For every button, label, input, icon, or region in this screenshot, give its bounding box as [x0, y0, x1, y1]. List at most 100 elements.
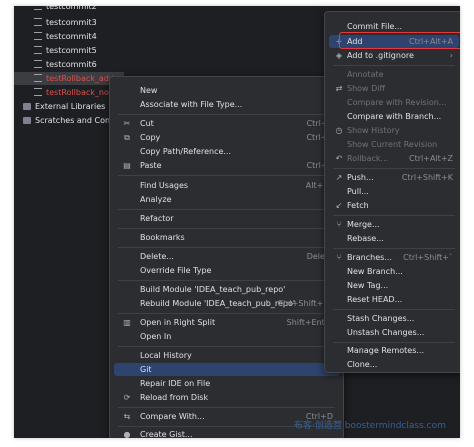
menu-label: Branches...	[347, 253, 392, 262]
git-item-rebase[interactable]: Rebase...	[329, 232, 459, 245]
menu-label: Show Current Revision	[347, 140, 438, 149]
menu-label: Push...	[347, 173, 374, 182]
git-item-pull[interactable]: Pull...	[329, 185, 459, 198]
menu-label: Override File Type	[140, 266, 212, 275]
git-item-unstash[interactable]: Unstash Changes...	[329, 326, 459, 339]
menu-item-rebuild-module[interactable]: Rebuild Module 'IDEA_teach_pub_repo' Ctrl…	[114, 297, 339, 310]
menu-item-cut[interactable]: ✂ Cut Ctrl+X	[114, 117, 339, 130]
menu-label: New Tag...	[347, 281, 389, 290]
tree-item-label: External Libraries	[35, 102, 106, 111]
tree-item-testcommit5[interactable]: testcommit5	[34, 44, 97, 57]
tree-item-external-libraries[interactable]: External Libraries	[23, 100, 105, 113]
menu-item-paste[interactable]: ▤ Paste Ctrl+V	[114, 159, 339, 172]
menu-label: New	[140, 86, 158, 95]
git-item-fetch[interactable]: ↙ Fetch	[329, 199, 459, 212]
git-item-rollback[interactable]: ↶ Rollback... Ctrl+Alt+Z	[329, 152, 459, 165]
tree-item-testcommit2[interactable]: testcommit2	[34, 6, 97, 13]
menu-label: Add to .gitignore	[347, 51, 414, 60]
menu-label: Reload from Disk	[140, 393, 209, 402]
branch-icon: ⑂	[336, 253, 342, 262]
menu-label: Copy Path/Reference...	[140, 147, 232, 156]
menu-label: Pull...	[347, 187, 369, 196]
git-item-reset-head[interactable]: Reset HEAD...	[329, 293, 459, 306]
menu-label: Rebase...	[347, 234, 384, 243]
menu-item-reload[interactable]: ⟳ Reload from Disk	[114, 391, 339, 404]
menu-separator	[333, 248, 455, 249]
github-icon: ●	[123, 430, 131, 438]
menu-item-associate[interactable]: Associate with File Type...	[114, 98, 339, 111]
file-icon	[34, 17, 42, 26]
menu-item-bookmarks[interactable]: Bookmarks›	[114, 231, 339, 244]
menu-label: Compare With...	[140, 412, 205, 421]
git-item-show-history[interactable]: ◷ Show History	[329, 124, 459, 137]
project-tree: testcommit2 testcommit3 testcommit4 test…	[14, 6, 130, 438]
history-icon: ◷	[335, 126, 343, 135]
menu-label: Open in Right Split	[140, 318, 216, 327]
git-item-branches[interactable]: ⑂ Branches... Ctrl+Shift+`	[329, 251, 459, 264]
menu-label: Analyze	[140, 195, 172, 204]
git-item-stash[interactable]: Stash Changes...	[329, 312, 459, 325]
tree-item-label: testcommit2	[46, 6, 97, 11]
gitignore-icon: ◈	[335, 51, 343, 60]
menu-label: Clone...	[347, 360, 378, 369]
menu-separator	[333, 168, 455, 169]
menu-label: Cut	[140, 119, 154, 128]
compare-arrows-icon: ⇆	[123, 412, 131, 421]
menu-label: Delete...	[140, 252, 174, 261]
git-item-compare-branch[interactable]: Compare with Branch...	[329, 110, 459, 123]
git-item-push[interactable]: ↗ Push... Ctrl+Shift+K	[329, 171, 459, 184]
menu-label: Create Gist...	[140, 430, 193, 438]
git-item-clone[interactable]: Clone...	[329, 358, 459, 371]
tree-item-testcommit3[interactable]: testcommit3	[34, 16, 97, 29]
menu-item-override-file-type[interactable]: Override File Type	[114, 264, 339, 277]
menu-label: Merge...	[347, 220, 380, 229]
menu-item-open-right-split[interactable]: ▥ Open in Right Split Shift+Enter	[114, 316, 339, 329]
tree-item-label: testcommit6	[46, 60, 97, 69]
menu-item-delete[interactable]: Delete... Delete	[114, 250, 339, 263]
menu-separator	[118, 280, 335, 281]
menu-item-copy-path[interactable]: Copy Path/Reference...	[114, 145, 339, 158]
file-icon	[34, 31, 42, 40]
highlight-annotation-box	[339, 32, 460, 49]
git-item-compare-revision[interactable]: Compare with Revision...	[329, 96, 459, 109]
menu-label: Commit File...	[347, 22, 402, 31]
git-item-add-gitignore[interactable]: ◈ Add to .gitignore ›	[329, 49, 459, 62]
menu-separator	[118, 114, 335, 115]
tree-item-testcommit6[interactable]: testcommit6	[34, 58, 97, 71]
tree-item-testrollback-add[interactable]: testRollback_add	[14, 72, 124, 85]
git-item-show-diff[interactable]: ⇄ Show Diff	[329, 82, 459, 95]
git-item-new-branch[interactable]: New Branch...	[329, 265, 459, 278]
menu-label: Rollback...	[347, 154, 389, 163]
menu-label: Local History	[140, 351, 192, 360]
git-item-annotate[interactable]: Annotate	[329, 68, 459, 81]
menu-item-refactor[interactable]: Refactor›	[114, 212, 339, 225]
menu-item-git[interactable]: Git›	[114, 363, 339, 376]
menu-separator	[118, 228, 335, 229]
git-item-manage-remotes[interactable]: Manage Remotes...	[329, 344, 459, 357]
file-icon	[34, 73, 42, 82]
push-arrow-icon: ↗	[335, 173, 343, 182]
menu-item-find-usages[interactable]: Find Usages Alt+F7	[114, 179, 339, 192]
git-item-show-current-revision[interactable]: Show Current Revision	[329, 138, 459, 151]
menu-item-copy[interactable]: ⧉ Copy Ctrl+C	[114, 131, 339, 144]
git-item-merge[interactable]: ⑂ Merge...	[329, 218, 459, 231]
menu-item-open-in[interactable]: Open In›	[114, 330, 339, 343]
file-icon	[34, 59, 42, 68]
tree-item-testcommit4[interactable]: testcommit4	[34, 30, 97, 43]
scratches-icon	[23, 117, 31, 124]
split-icon: ▥	[123, 318, 131, 327]
menu-item-local-history[interactable]: Local History›	[114, 349, 339, 362]
menu-label: Fetch	[347, 201, 369, 210]
menu-item-new[interactable]: New›	[114, 84, 339, 97]
git-item-new-tag[interactable]: New Tag...	[329, 279, 459, 292]
menu-separator	[118, 247, 335, 248]
menu-separator	[118, 209, 335, 210]
menu-label: Copy	[140, 133, 161, 142]
tree-item-label: testcommit3	[46, 18, 97, 27]
menu-item-analyze[interactable]: Analyze›	[114, 193, 339, 206]
file-icon	[34, 87, 42, 96]
shortcut-label: Ctrl+Alt+Z	[409, 154, 453, 163]
menu-item-build-module[interactable]: Build Module 'IDEA_teach_pub_repo'	[114, 283, 339, 296]
menu-item-repair-ide[interactable]: Repair IDE on File	[114, 377, 339, 390]
git-submenu: Commit File... + Add Ctrl+Alt+A ◈ Add to .g…	[324, 11, 460, 373]
